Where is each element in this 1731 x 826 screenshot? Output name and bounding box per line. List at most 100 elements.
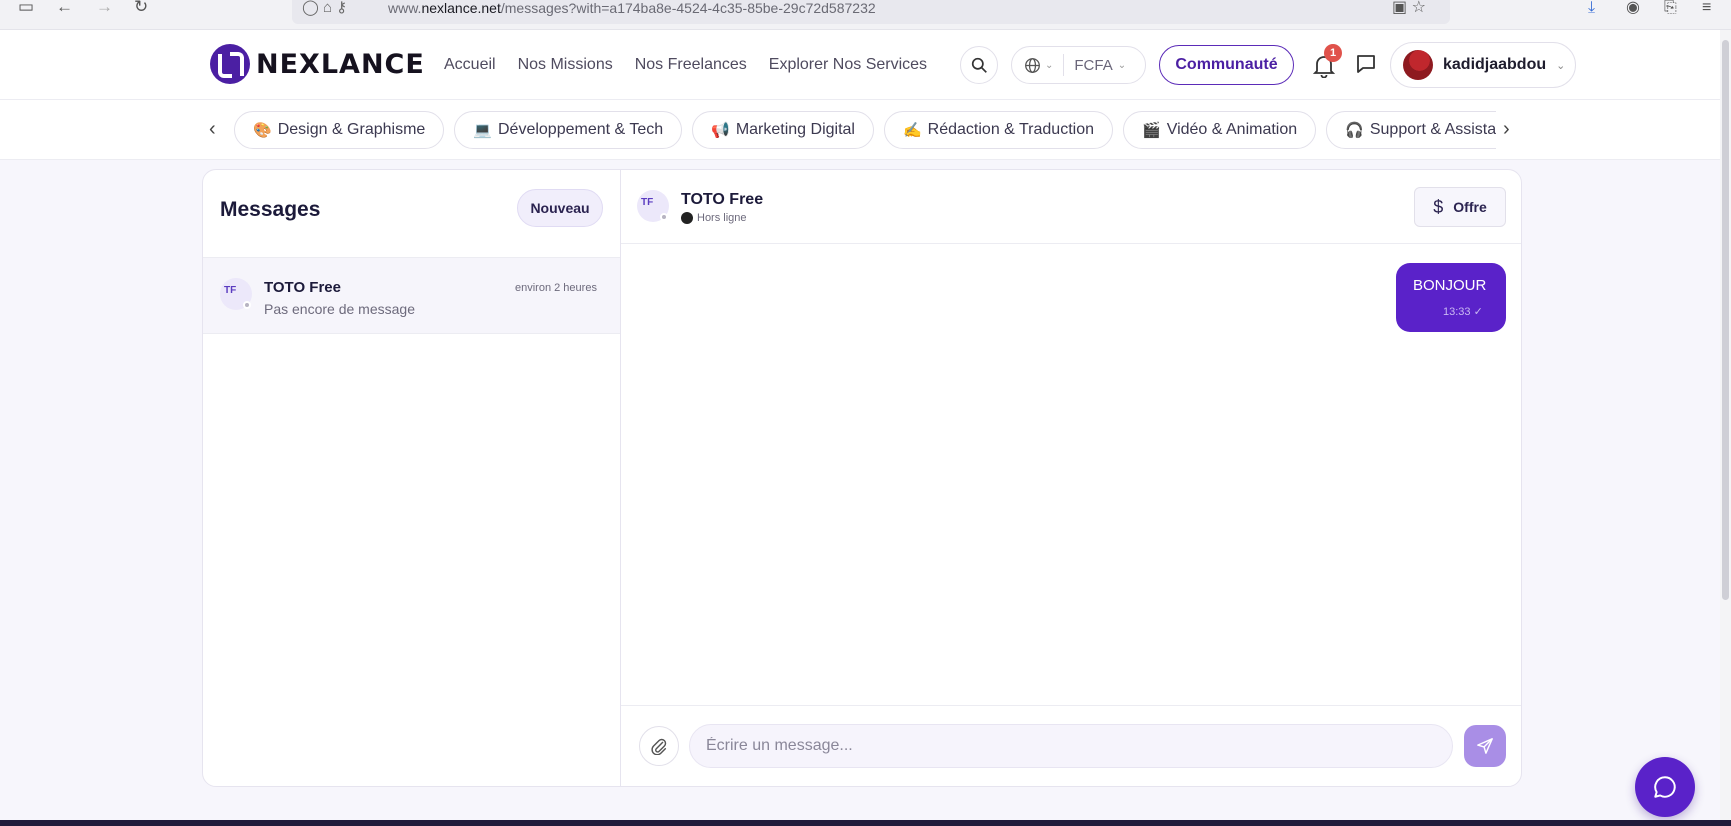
offline-dot-icon (681, 212, 693, 224)
chevron-left-icon[interactable]: ‹ (209, 118, 216, 141)
offer-button[interactable]: $ Offre (1414, 187, 1506, 227)
nav-missions[interactable]: Nos Missions (518, 56, 613, 74)
logo-mark-icon (210, 44, 250, 84)
avatar: TF (220, 278, 252, 310)
url-prefix: www. (388, 0, 422, 16)
chevron-right-icon[interactable]: › (1503, 118, 1510, 141)
clapperboard-icon: 🎬 (1142, 122, 1161, 139)
nav-accueil[interactable]: Accueil (444, 56, 496, 74)
headphones-icon: 🎧 (1345, 122, 1364, 139)
notification-badge: 1 (1324, 44, 1342, 62)
category-label: Design & Graphisme (277, 121, 426, 138)
back-icon[interactable]: ← (56, 0, 73, 18)
nav-explorer-services[interactable]: Explorer Nos Services (769, 56, 927, 74)
send-button[interactable] (1464, 725, 1506, 767)
megaphone-icon: 📢 (711, 122, 730, 139)
message-time: 13:33 ✓ (1443, 306, 1483, 318)
avatar (1403, 50, 1433, 80)
divider (1063, 54, 1065, 76)
globe-icon (1025, 57, 1040, 73)
search-icon (971, 57, 987, 73)
logo-text: NEXLANCE (256, 48, 425, 80)
address-bar[interactable]: www.nexlance.net/messages?with=a174ba8e-… (292, 0, 1450, 24)
chat-contact-name: TOTO Free (681, 191, 764, 208)
currency-label: FCFA (1074, 56, 1113, 74)
footer-edge (0, 820, 1731, 826)
dollar-icon: $ (1433, 196, 1444, 217)
chevron-down-icon: ⌄ (1556, 59, 1566, 72)
conversation-list-header: Messages Nouveau (203, 170, 620, 258)
conversation-preview: Pas encore de message (264, 301, 415, 317)
message-bubble: BONJOUR 13:33 ✓ (1396, 263, 1506, 332)
scrollbar-thumb[interactable] (1722, 40, 1729, 600)
avatar-initials: TF (224, 285, 237, 296)
community-button[interactable]: Communauté (1159, 45, 1294, 85)
writing-hand-icon: ✍️ (902, 122, 922, 139)
send-icon (1477, 738, 1493, 754)
message-input[interactable] (689, 724, 1453, 768)
logo[interactable]: NEXLANCE (210, 44, 425, 84)
message-composer (621, 705, 1521, 786)
sidebar-toggle-icon[interactable]: ▭ (18, 0, 34, 18)
category-video[interactable]: 🎬 Vidéo & Animation (1123, 111, 1317, 149)
notifications-button[interactable]: 1 (1313, 44, 1342, 78)
status-text: Hors ligne (697, 212, 747, 224)
category-label: Support & Assistance (1369, 121, 1496, 138)
category-label: Rédaction & Traduction (927, 121, 1094, 138)
presence-dot (660, 213, 668, 221)
search-button[interactable] (960, 46, 998, 84)
downloads-icon[interactable]: ⤓ (1588, 0, 1595, 16)
messages-card: Messages Nouveau TF TOTO Free Pas encore… (202, 169, 1522, 787)
page-scrollbar[interactable] (1720, 30, 1731, 820)
page-title: Messages (220, 198, 321, 221)
category-label: Vidéo & Animation (1166, 121, 1298, 138)
tracking-shield-icon[interactable]: ◯ ⌂ ⚷ (302, 0, 347, 16)
messages-icon[interactable] (1354, 52, 1378, 76)
bookmark-star-icon[interactable]: ▣ ☆ (1392, 0, 1426, 16)
category-support[interactable]: 🎧 Support & Assistance (1326, 111, 1496, 149)
chat-header: TF TOTO Free Hors ligne $ Offre (621, 170, 1521, 244)
message-text: BONJOUR (1413, 277, 1487, 294)
account-icon[interactable]: ◉ (1626, 0, 1640, 16)
main-nav: Accueil Nos Missions Nos Freelances Expl… (444, 56, 927, 74)
offer-label: Offre (1453, 199, 1487, 215)
conversation-time: environ 2 heures (515, 282, 597, 294)
palette-icon: 🎨 (253, 122, 272, 139)
category-redaction[interactable]: ✍️ Rédaction & Traduction (883, 111, 1113, 149)
forward-icon[interactable]: → (96, 0, 113, 18)
reload-icon[interactable]: ↻ (134, 0, 148, 18)
attach-button[interactable] (639, 726, 679, 766)
menu-icon[interactable]: ≡ (1702, 0, 1711, 16)
status-badge: Hors ligne (681, 212, 747, 224)
category-design[interactable]: 🎨 Design & Graphisme (234, 111, 445, 149)
chat-bubble-icon (1654, 776, 1676, 798)
presence-dot (243, 301, 251, 309)
conversation-name: TOTO Free (264, 279, 341, 296)
support-chat-button[interactable] (1635, 757, 1695, 817)
conversation-list-pane: Messages Nouveau TF TOTO Free Pas encore… (203, 170, 621, 786)
category-marketing[interactable]: 📢 Marketing Digital (692, 111, 874, 149)
chat-pane: TF TOTO Free Hors ligne $ Offre BONJOUR … (621, 170, 1521, 786)
language-currency-selector[interactable]: ⌄ FCFA ⌄ (1011, 46, 1146, 84)
url-path: /messages?with=a174ba8e-4524-4c35-85be-2… (500, 0, 876, 16)
category-label: Développement & Tech (498, 121, 664, 138)
chevron-down-icon: ⌄ (1117, 59, 1127, 71)
username: kadidjaabdou (1443, 56, 1547, 73)
category-bar: ‹ 🎨 Design & Graphisme 💻 Développement & T… (0, 100, 1720, 160)
chevron-down-icon: ⌄ (1045, 59, 1054, 71)
nav-freelances[interactable]: Nos Freelances (635, 56, 747, 74)
site-header: NEXLANCE Accueil Nos Missions Nos Freela… (0, 30, 1720, 100)
list-item[interactable]: TF TOTO Free Pas encore de message envir… (203, 258, 620, 334)
new-conversation-button[interactable]: Nouveau (517, 189, 603, 227)
user-menu[interactable]: kadidjaabdou ⌄ (1390, 42, 1576, 88)
url-domain: nexlance.net (421, 0, 501, 16)
category-label: Marketing Digital (735, 121, 855, 138)
browser-toolbar: ▭ ← → ↻ www.nexlance.net/messages?with=a… (0, 0, 1731, 30)
extensions-icon[interactable]: ⎘ (1664, 0, 1677, 16)
avatar[interactable]: TF (637, 190, 669, 222)
category-list: 🎨 Design & Graphisme 💻 Développement & Tec… (234, 111, 1496, 149)
avatar-initials: TF (641, 197, 654, 208)
category-development[interactable]: 💻 Développement & Tech (454, 111, 683, 149)
laptop-icon: 💻 (473, 122, 492, 139)
paperclip-icon (651, 738, 667, 755)
